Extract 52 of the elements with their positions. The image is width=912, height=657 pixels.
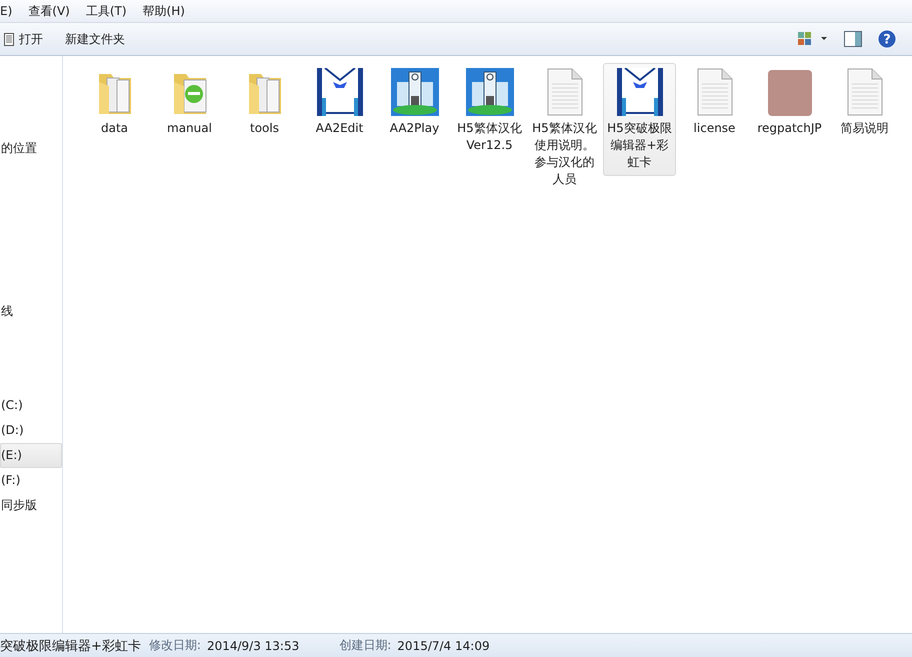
- view-options-icon[interactable]: [798, 32, 828, 46]
- file-name: data: [100, 120, 130, 137]
- photo-placeholder: [768, 70, 812, 116]
- file-item[interactable]: H5繁体汉化Ver12.5: [453, 63, 526, 159]
- file-name: 简易说明: [840, 120, 890, 137]
- selected-file-name: 突破极限编辑器+彩虹卡: [0, 638, 141, 654]
- toolbar-button[interactable]: 打开: [0, 28, 47, 50]
- file-item[interactable]: data: [78, 63, 151, 142]
- file-name: H5繁体汉化Ver12.5: [456, 120, 522, 154]
- sidebar-item[interactable]: 同步版: [0, 493, 62, 518]
- file-item[interactable]: manual: [153, 63, 226, 142]
- file-item[interactable]: AA2Play: [378, 63, 451, 142]
- menu-item[interactable]: 工具(T): [86, 2, 127, 20]
- preview-pane-icon[interactable]: [844, 31, 862, 47]
- sidebar-item[interactable]: 的位置: [0, 136, 62, 161]
- created-label: 创建日期:: [339, 637, 392, 654]
- document-icon: [696, 68, 732, 116]
- file-item[interactable]: H5突破极限编辑器+彩虹卡: [603, 63, 676, 176]
- file-name: AA2Play: [388, 120, 440, 137]
- sailor-uniform-icon: [316, 68, 362, 116]
- file-name: AA2Edit: [314, 120, 364, 137]
- file-item[interactable]: 简易说明: [828, 63, 901, 142]
- sidebar-item[interactable]: (C:): [0, 393, 62, 418]
- school-building-icon: [390, 68, 438, 116]
- document-icon: [4, 32, 14, 46]
- file-name: H5繁体汉化使用说明。参与汉化的人员: [532, 120, 598, 188]
- file-item[interactable]: H5繁体汉化使用说明。参与汉化的人员: [528, 63, 601, 193]
- file-name: tools: [249, 120, 280, 137]
- sidebar-item[interactable]: (D:): [0, 418, 62, 443]
- file-item[interactable]: tools: [228, 63, 301, 142]
- menu-item[interactable]: 帮助(H): [142, 2, 185, 20]
- file-name: H5突破极限编辑器+彩虹卡: [606, 120, 672, 171]
- document-icon: [846, 68, 882, 116]
- modified-date: 2014/9/3 13:53: [206, 638, 300, 652]
- file-name: manual: [166, 120, 213, 137]
- document-icon: [546, 68, 582, 116]
- file-item[interactable]: license: [678, 63, 751, 142]
- sidebar-item[interactable]: (E:): [0, 443, 62, 468]
- help-icon[interactable]: ?: [878, 30, 896, 48]
- school-building-icon: [466, 68, 514, 116]
- toolbar-button[interactable]: 新建文件夹: [61, 28, 129, 50]
- sidebar-item[interactable]: (F:): [0, 468, 62, 493]
- file-item[interactable]: AA2Edit: [303, 63, 376, 142]
- menu-item[interactable]: 查看(V): [28, 2, 70, 20]
- sailor-uniform-icon: [616, 68, 662, 116]
- menu-item[interactable]: E): [0, 4, 12, 18]
- file-name: regpatchJP: [756, 120, 822, 137]
- file-item[interactable]: regpatchJP: [753, 63, 826, 142]
- modified-label: 修改日期:: [148, 637, 201, 654]
- created-date: 2015/7/4 14:09: [397, 638, 490, 652]
- sidebar-item[interactable]: 线: [0, 299, 62, 324]
- file-name: license: [692, 120, 736, 137]
